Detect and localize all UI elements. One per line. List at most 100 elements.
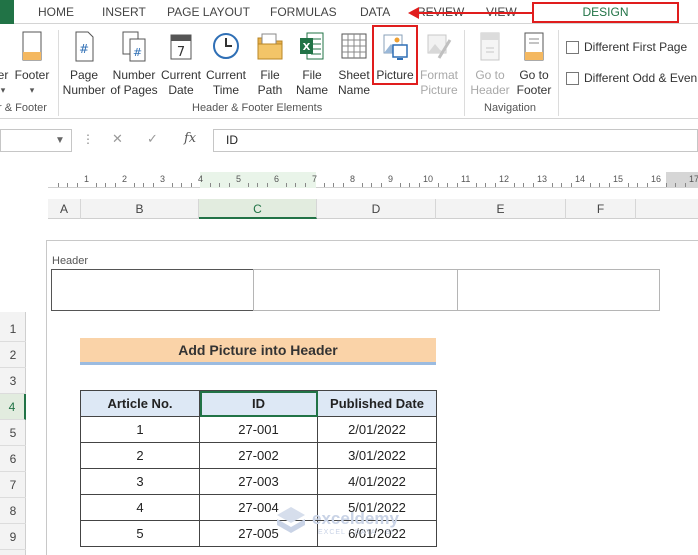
table-cell[interactable]: 2 xyxy=(80,442,200,469)
format-picture-button[interactable]: Format Picture xyxy=(418,30,460,116)
insert-function-icon[interactable]: fx xyxy=(184,131,196,146)
table-row: 2 27-002 3/01/2022 xyxy=(80,442,437,469)
sheet-name-button[interactable]: Sheet Name xyxy=(334,30,374,116)
ruler-number: 6 xyxy=(274,174,280,184)
ruler-number: 16 xyxy=(651,174,662,184)
table-cell[interactable]: 27-001 xyxy=(199,416,318,443)
tab-home[interactable]: HOME xyxy=(38,0,74,24)
cancel-icon[interactable]: ✕ xyxy=(112,131,123,147)
ruler-tick xyxy=(399,183,401,187)
formula-bar-grip-icon: ⋮ xyxy=(82,132,94,146)
picture-button-highlight xyxy=(372,25,418,85)
ruler-number: 5 xyxy=(236,174,242,184)
annotation-arrow-head xyxy=(408,7,419,19)
ruler-tick xyxy=(190,183,192,187)
table-cell[interactable]: 4/01/2022 xyxy=(317,468,437,495)
page-number-icon: # xyxy=(75,31,94,62)
column-header-c[interactable]: C xyxy=(199,199,317,219)
ruler-tick xyxy=(371,183,372,187)
tab-formulas[interactable]: FORMULAS xyxy=(270,0,337,24)
table-cell[interactable]: 27-003 xyxy=(199,468,318,495)
column-header-b[interactable]: B xyxy=(81,199,199,219)
row-header-2[interactable]: 2 xyxy=(0,342,26,368)
row-header-3[interactable]: 3 xyxy=(0,368,26,394)
table-cell[interactable]: 1 xyxy=(80,416,200,443)
ruler-selection-highlight xyxy=(200,172,316,188)
table-cell[interactable]: 3/01/2022 xyxy=(317,442,437,469)
table-cell[interactable]: 27-002 xyxy=(199,442,318,469)
different-first-page-checkbox[interactable] xyxy=(566,41,579,54)
row-header-1[interactable]: 1 xyxy=(0,316,26,342)
svg-text:7: 7 xyxy=(177,45,185,60)
table-cell[interactable]: 2/01/2022 xyxy=(317,416,437,443)
footer-icon xyxy=(22,31,42,61)
ruler-tick xyxy=(361,183,363,187)
tab-insert[interactable]: INSERT xyxy=(102,0,146,24)
ruler-tick xyxy=(437,183,439,187)
column-header-f[interactable]: F xyxy=(566,199,636,219)
file-tab[interactable] xyxy=(0,0,14,24)
ruler-tick xyxy=(266,183,268,187)
name-box[interactable]: ▼ xyxy=(0,129,72,152)
column-header-d[interactable]: D xyxy=(317,199,436,219)
column-header-a[interactable]: A xyxy=(48,199,81,219)
ruler-tick xyxy=(228,183,230,187)
header-right-section[interactable] xyxy=(457,269,660,311)
table-header-row: Article No. ID Published Date xyxy=(80,390,437,417)
ruler-tick xyxy=(304,183,306,187)
ruler-tick xyxy=(675,183,676,187)
ruler-tick xyxy=(181,183,182,187)
table-row: 3 27-003 4/01/2022 xyxy=(80,468,437,495)
row-header-8[interactable]: 8 xyxy=(0,498,26,524)
ruler-tick xyxy=(561,183,562,187)
table-cell[interactable]: 3 xyxy=(80,468,200,495)
ruler-tick xyxy=(494,183,496,187)
ruler-tick xyxy=(114,183,116,187)
ruler-tick xyxy=(551,183,553,187)
ruler-tick xyxy=(589,183,591,187)
page-number-button[interactable]: # Page Number xyxy=(61,30,107,116)
ruler-number: 17 xyxy=(689,174,698,184)
name-box-dropdown-icon[interactable]: ▼ xyxy=(55,135,65,146)
ruler-tick xyxy=(570,183,572,187)
row-header-5[interactable]: 5 xyxy=(0,420,26,446)
watermark-tagline: EXCEL · DATA · BI xyxy=(318,529,394,536)
header-left-section[interactable] xyxy=(51,269,254,311)
table-cell[interactable]: 4 xyxy=(80,494,200,521)
row-header-9[interactable]: 9 xyxy=(0,524,26,550)
svg-text:#: # xyxy=(133,46,142,59)
tab-page-layout[interactable]: PAGE LAYOUT xyxy=(167,0,250,24)
ruler-number: 13 xyxy=(537,174,548,184)
annotation-arrow-line xyxy=(418,12,532,14)
header-cell-article-no[interactable]: Article No. xyxy=(80,390,200,417)
different-odd-even-checkbox[interactable] xyxy=(566,72,579,85)
ruler-number: 14 xyxy=(575,174,586,184)
ruler-tick xyxy=(209,183,211,187)
header-cell-id[interactable]: ID xyxy=(199,390,318,417)
table-cell[interactable]: 5 xyxy=(80,520,200,547)
sheet-title-cell[interactable]: Add Picture into Header xyxy=(80,338,436,365)
header-button-label: er xyxy=(0,68,9,82)
row-header-6[interactable]: 6 xyxy=(0,446,26,472)
ruler-number: 2 xyxy=(122,174,128,184)
number-of-pages-button[interactable]: # Number of Pages xyxy=(108,30,160,116)
sheet-grid-icon xyxy=(341,33,367,59)
column-header-e[interactable]: E xyxy=(436,199,566,219)
enter-icon[interactable]: ✓ xyxy=(147,131,158,147)
tab-data[interactable]: DATA xyxy=(360,0,390,24)
ruler-number: 1 xyxy=(84,174,90,184)
row-header-4[interactable]: 4 xyxy=(0,394,26,420)
navigation-group-label: Navigation xyxy=(484,102,536,114)
row-header-7[interactable]: 7 xyxy=(0,472,26,498)
ruler-number: 7 xyxy=(312,174,318,184)
ribbon: er ▾ Footer ▾ r & Footer # Page Number #… xyxy=(0,24,698,119)
design-tab-highlight xyxy=(532,2,679,23)
ruler-tick xyxy=(76,183,78,187)
formula-input[interactable]: ID xyxy=(213,129,698,152)
watermark-name: exceldemy xyxy=(312,509,399,528)
go-to-footer-icon xyxy=(524,32,544,61)
ruler-tick xyxy=(333,183,334,187)
header-cell-published-date[interactable]: Published Date xyxy=(317,390,437,417)
ruler-tick xyxy=(295,183,296,187)
header-center-section[interactable] xyxy=(253,269,458,311)
